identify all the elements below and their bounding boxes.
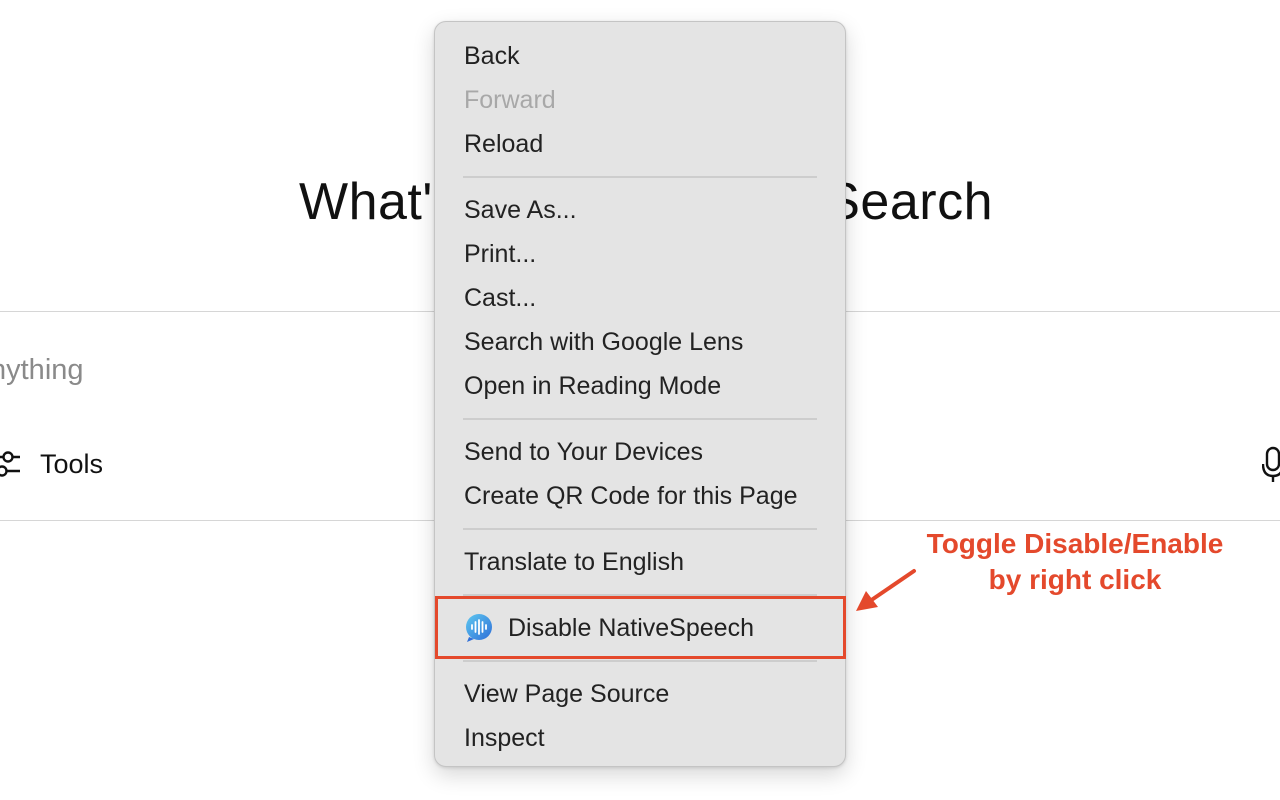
annotation-line-2: by right click [988,564,1162,595]
menu-item-qr-code[interactable]: Create QR Code for this Page [435,474,845,518]
tools-label: Tools [40,448,104,479]
search-placeholder[interactable]: nything [0,354,84,387]
menu-item-label: Create QR Code for this Page [464,482,798,510]
highlight-box [435,596,846,659]
menu-item-reload[interactable]: Reload [435,122,845,166]
sliders-icon [0,451,20,477]
menu-item-reading-mode[interactable]: Open in Reading Mode [435,364,845,408]
menu-separator [463,660,817,662]
menu-item-label: Open in Reading Mode [464,372,722,400]
menu-separator [463,528,817,530]
menu-separator [463,176,817,178]
menu-item-label: Search with Google Lens [464,328,744,356]
annotation-note: Toggle Disable/Enable by right click [900,526,1250,598]
menu-item-label: Save As... [464,196,577,224]
menu-item-label: Translate to English [464,548,685,576]
menu-item-cast[interactable]: Cast... [435,276,845,320]
menu-item-label: Back [464,42,520,70]
menu-item-view-source[interactable]: View Page Source [435,672,845,716]
menu-item-print[interactable]: Print... [435,232,845,276]
menu-item-send-to-devices[interactable]: Send to Your Devices [435,430,845,474]
microphone-icon[interactable] [1262,446,1280,482]
menu-item-forward: Forward [435,78,845,122]
menu-item-label: Forward [464,86,556,114]
menu-item-google-lens[interactable]: Search with Google Lens [435,320,845,364]
menu-item-label: View Page Source [464,680,670,708]
annotation-line-1: Toggle Disable/Enable [926,528,1224,559]
menu-item-back[interactable]: Back [435,34,845,78]
menu-item-label: Reload [464,130,544,158]
menu-item-save-as[interactable]: Save As... [435,188,845,232]
annotation-arrow-icon [856,569,916,611]
menu-item-label: Send to Your Devices [464,438,704,466]
tools-button[interactable]: Tools [0,446,103,482]
menu-separator [463,418,817,420]
menu-item-label: Print... [464,240,537,268]
browser-page: What's on your mind? Search nything Tool… [0,0,1280,800]
menu-item-label: Inspect [464,724,545,752]
menu-item-translate[interactable]: Translate to English [435,540,845,584]
menu-item-inspect[interactable]: Inspect [435,716,845,760]
menu-item-label: Cast... [464,284,537,312]
